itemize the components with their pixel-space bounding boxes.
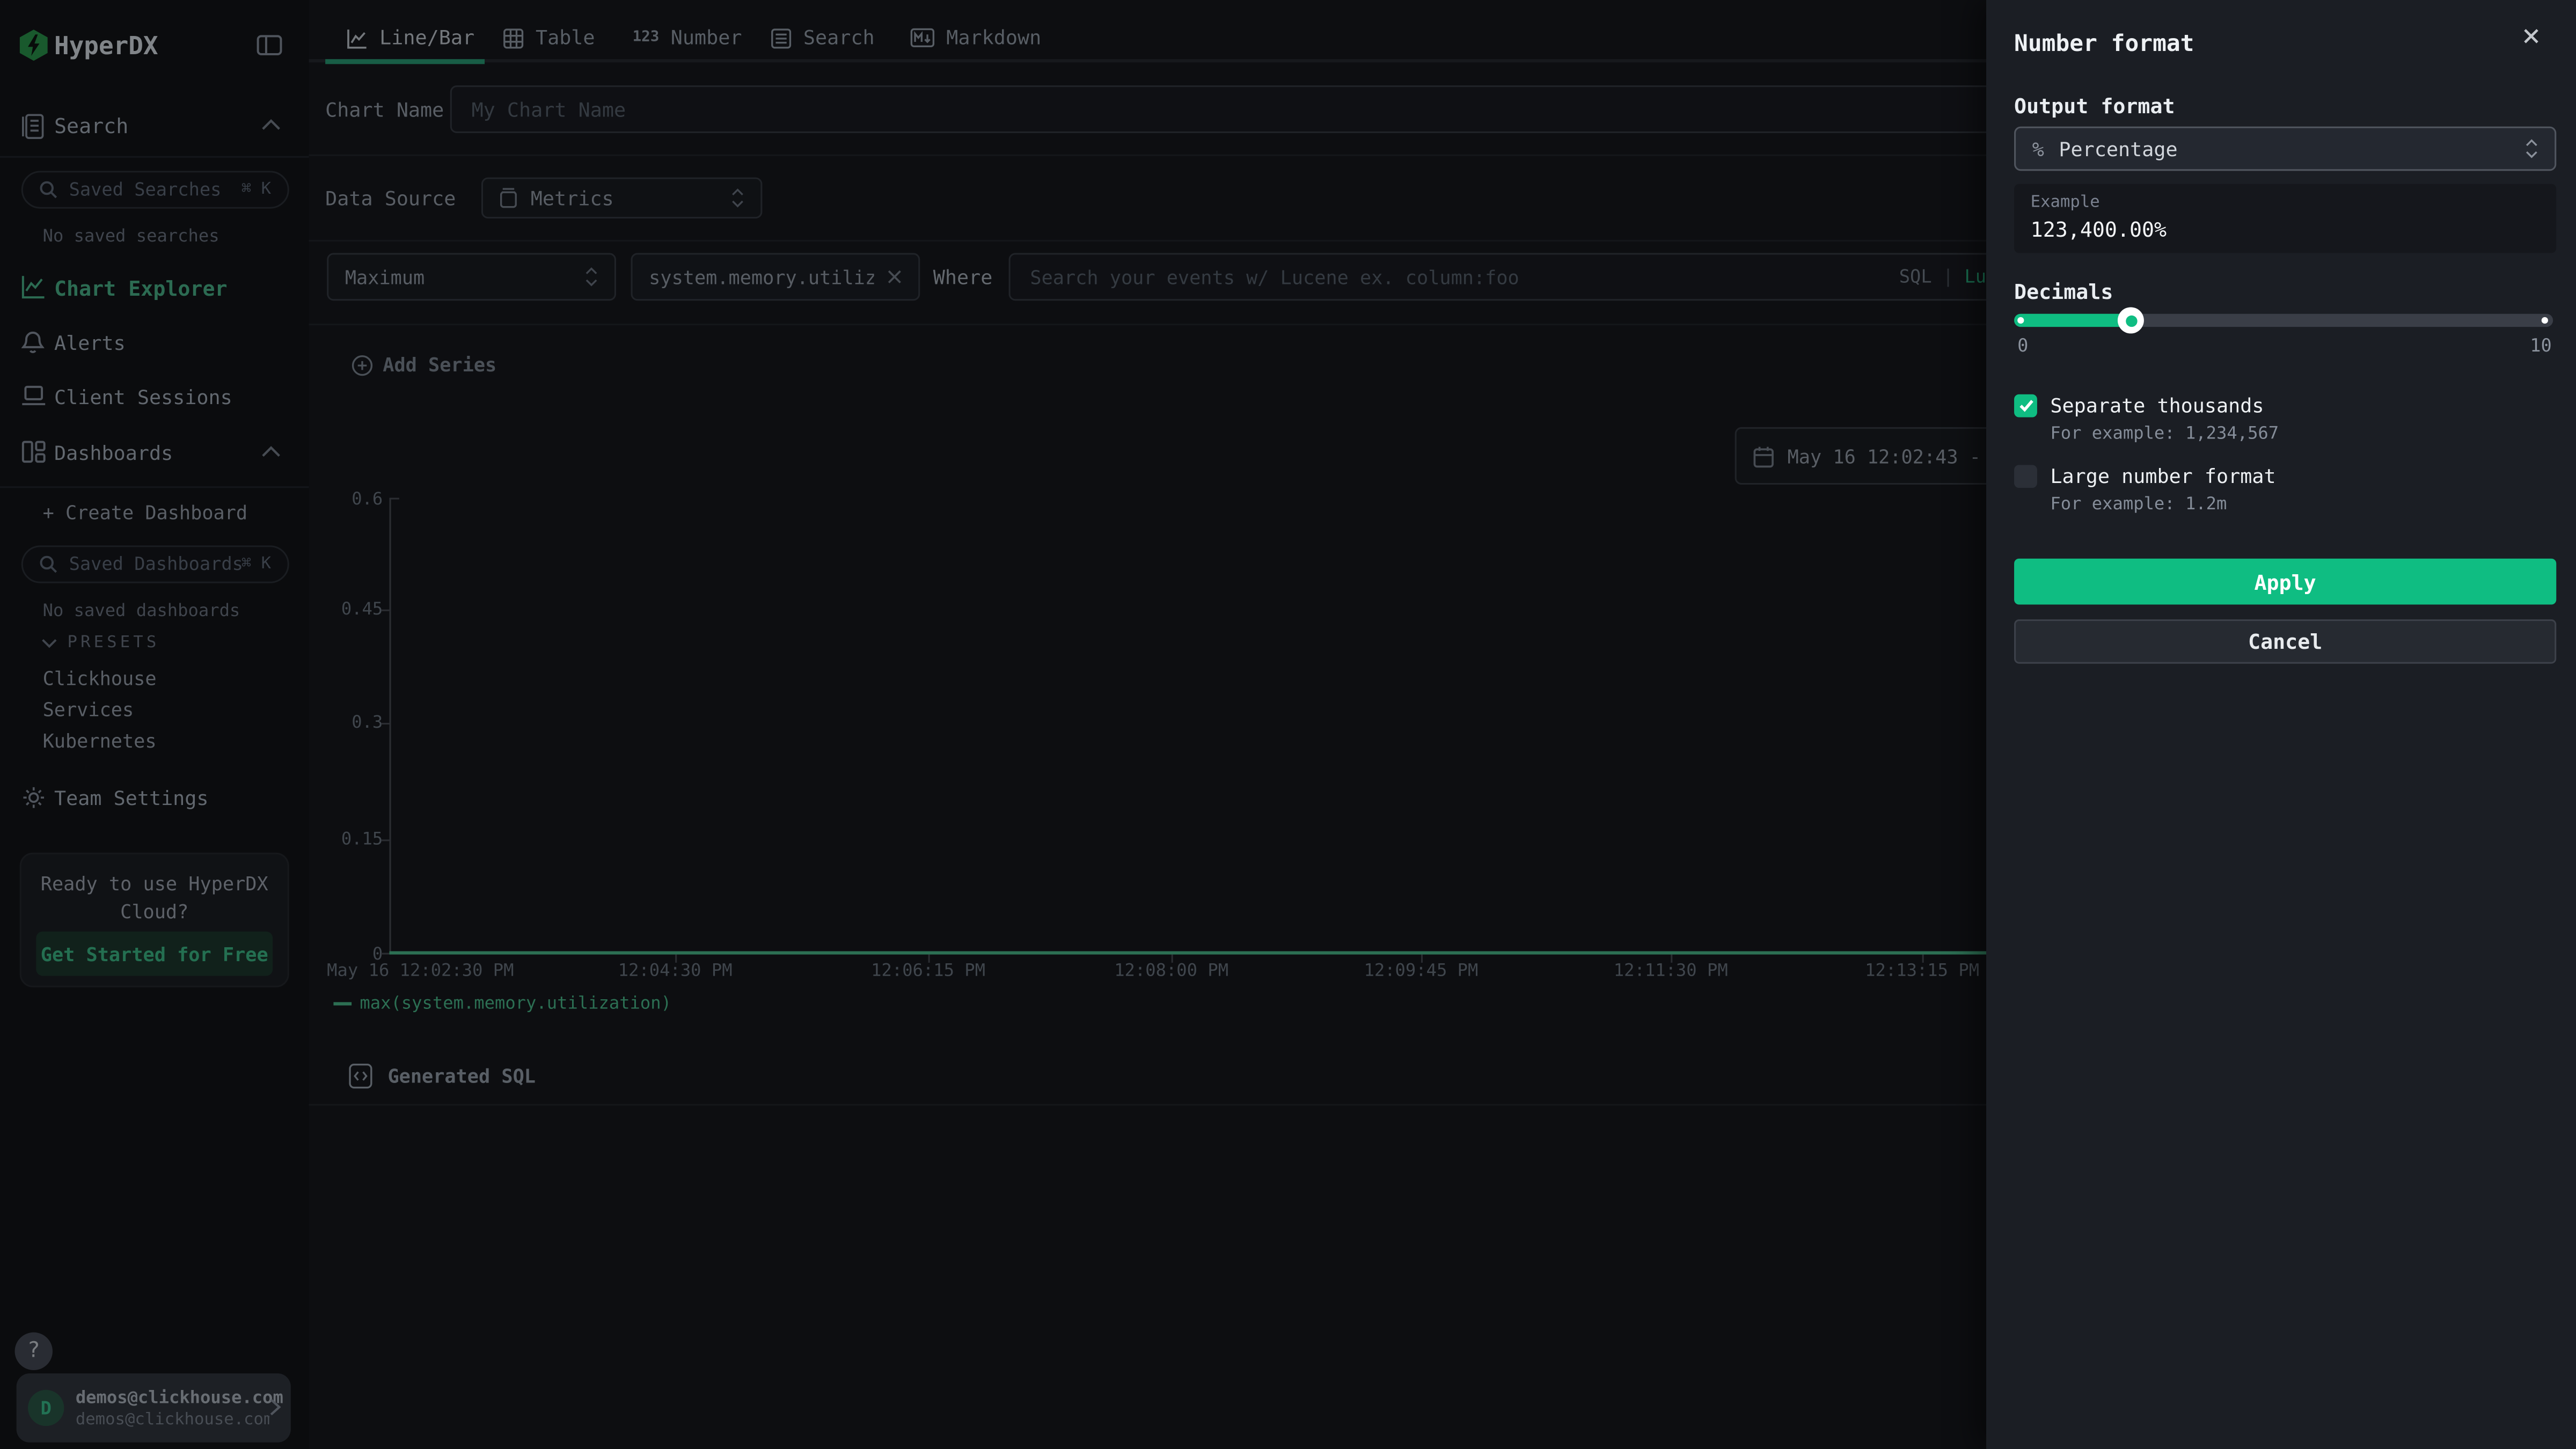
close-icon[interactable]: ×	[2522, 21, 2541, 53]
slider-handle[interactable]	[2118, 307, 2144, 333]
separate-thousands-label[interactable]: Separate thousands	[2050, 394, 2264, 418]
check-icon	[2018, 399, 2033, 412]
large-number-format-label[interactable]: Large number format	[2050, 465, 2275, 488]
example-label: Example	[2031, 194, 2100, 212]
slider-fill	[2014, 314, 2131, 327]
slider-max-dot	[2542, 317, 2548, 324]
slider-max-label: 10	[2530, 335, 2552, 356]
slider-handle-dot	[2125, 314, 2136, 326]
decimals-slider[interactable]	[2014, 314, 2553, 327]
large-number-format-checkbox[interactable]	[2014, 465, 2037, 488]
large-number-format-hint: For example: 1.2m	[2050, 494, 2227, 514]
separate-thousands-hint: For example: 1,234,567	[2050, 424, 2279, 444]
separate-thousands-checkbox[interactable]	[2014, 394, 2037, 418]
output-format-value: Percentage	[2059, 137, 2510, 160]
slider-min-label: 0	[2017, 335, 2028, 356]
output-format-select[interactable]: % Percentage	[2014, 127, 2556, 171]
modal-title: Number format	[2014, 31, 2194, 57]
select-chevrons-icon	[2525, 138, 2538, 159]
decimals-label: Decimals	[2014, 279, 2113, 304]
example-card: Example 123,400.00%	[2014, 184, 2556, 253]
cancel-button[interactable]: Cancel	[2014, 619, 2556, 664]
app-window: HyperDX Search Saved Searches ⌘ K	[0, 0, 2576, 1449]
example-value: 123,400.00%	[2031, 217, 2167, 241]
output-format-label: Output format	[2014, 93, 2175, 118]
percent-icon: %	[2032, 137, 2044, 160]
slider-min-dot	[2017, 317, 2024, 324]
apply-button[interactable]: Apply	[2014, 559, 2556, 605]
number-format-modal: Number format × Output format % Percenta…	[1986, 0, 2576, 1449]
